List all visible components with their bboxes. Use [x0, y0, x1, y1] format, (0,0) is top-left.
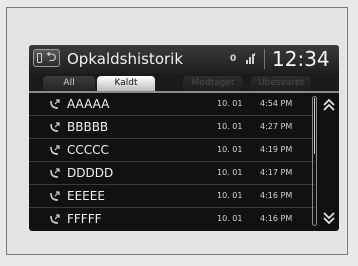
scroll-thumb[interactable]	[314, 98, 315, 154]
contact-name: BBBBB	[67, 120, 109, 134]
contact-name: CCCCC	[67, 143, 109, 157]
tab-ubesvaret[interactable]: Ubesvaret	[251, 76, 311, 91]
call-date: 10. 01	[217, 99, 243, 108]
call-time: 4:16 PM	[260, 191, 293, 200]
clock: 12:34	[272, 47, 330, 71]
contact-name: EEEEE	[67, 189, 105, 203]
status-label: 0	[230, 54, 237, 64]
back-icon: ⮌	[46, 50, 57, 65]
outgoing-call-icon	[50, 145, 60, 155]
tab-kaldt[interactable]: Kaldt	[97, 76, 155, 91]
call-row[interactable]: FFFFF 10. 01 4:16 PM	[29, 208, 315, 231]
header-divider	[264, 49, 265, 69]
signal-icon	[246, 53, 255, 64]
call-date: 10. 01	[217, 191, 243, 200]
call-date: 10. 01	[217, 122, 243, 131]
outgoing-call-icon	[50, 214, 60, 224]
call-list: AAAAA 10. 01 4:54 PM BBBBB 10. 01 4:27 P…	[29, 93, 339, 231]
back-button[interactable]: ⮌	[33, 49, 60, 67]
contact-name: DDDDD	[67, 166, 114, 180]
outgoing-call-icon	[50, 191, 60, 201]
call-date: 10. 01	[217, 168, 243, 177]
call-row[interactable]: CCCCC 10. 01 4:19 PM	[29, 139, 315, 162]
call-row[interactable]: BBBBB 10. 01 4:27 PM	[29, 116, 315, 139]
scroll-up-icon[interactable]	[322, 99, 336, 111]
call-row[interactable]: DDDDD 10. 01 4:17 PM	[29, 162, 315, 185]
page-title: Opkaldshistorik	[67, 50, 184, 68]
outgoing-call-icon	[50, 168, 60, 178]
call-row[interactable]: EEEEE 10. 01 4:16 PM	[29, 185, 315, 208]
call-time: 4:27 PM	[260, 122, 293, 131]
call-row[interactable]: AAAAA 10. 01 4:54 PM	[29, 93, 315, 116]
outgoing-call-icon	[50, 122, 60, 132]
call-date: 10. 01	[217, 214, 243, 223]
scroll-down-icon[interactable]	[322, 212, 336, 224]
contact-name: FFFFF	[67, 212, 102, 226]
tab-modtaget[interactable]: Modtaget	[183, 76, 243, 91]
scrollbar[interactable]	[312, 96, 317, 226]
call-time: 4:54 PM	[260, 99, 293, 108]
outgoing-call-icon	[50, 99, 60, 109]
header-bar: ⮌ Opkaldshistorik 0 12:34	[29, 45, 339, 74]
call-date: 10. 01	[217, 145, 243, 154]
contact-name: AAAAA	[67, 97, 110, 111]
tab-all[interactable]: All	[43, 76, 95, 91]
call-time: 4:19 PM	[260, 145, 293, 154]
phone-icon	[37, 53, 42, 63]
audio-display: ⮌ Opkaldshistorik 0 12:34 All Kaldt Modt…	[29, 45, 339, 231]
call-time: 4:16 PM	[260, 214, 293, 223]
tab-bar: All Kaldt Modtaget Ubesvaret	[29, 74, 339, 93]
call-time: 4:17 PM	[260, 168, 293, 177]
